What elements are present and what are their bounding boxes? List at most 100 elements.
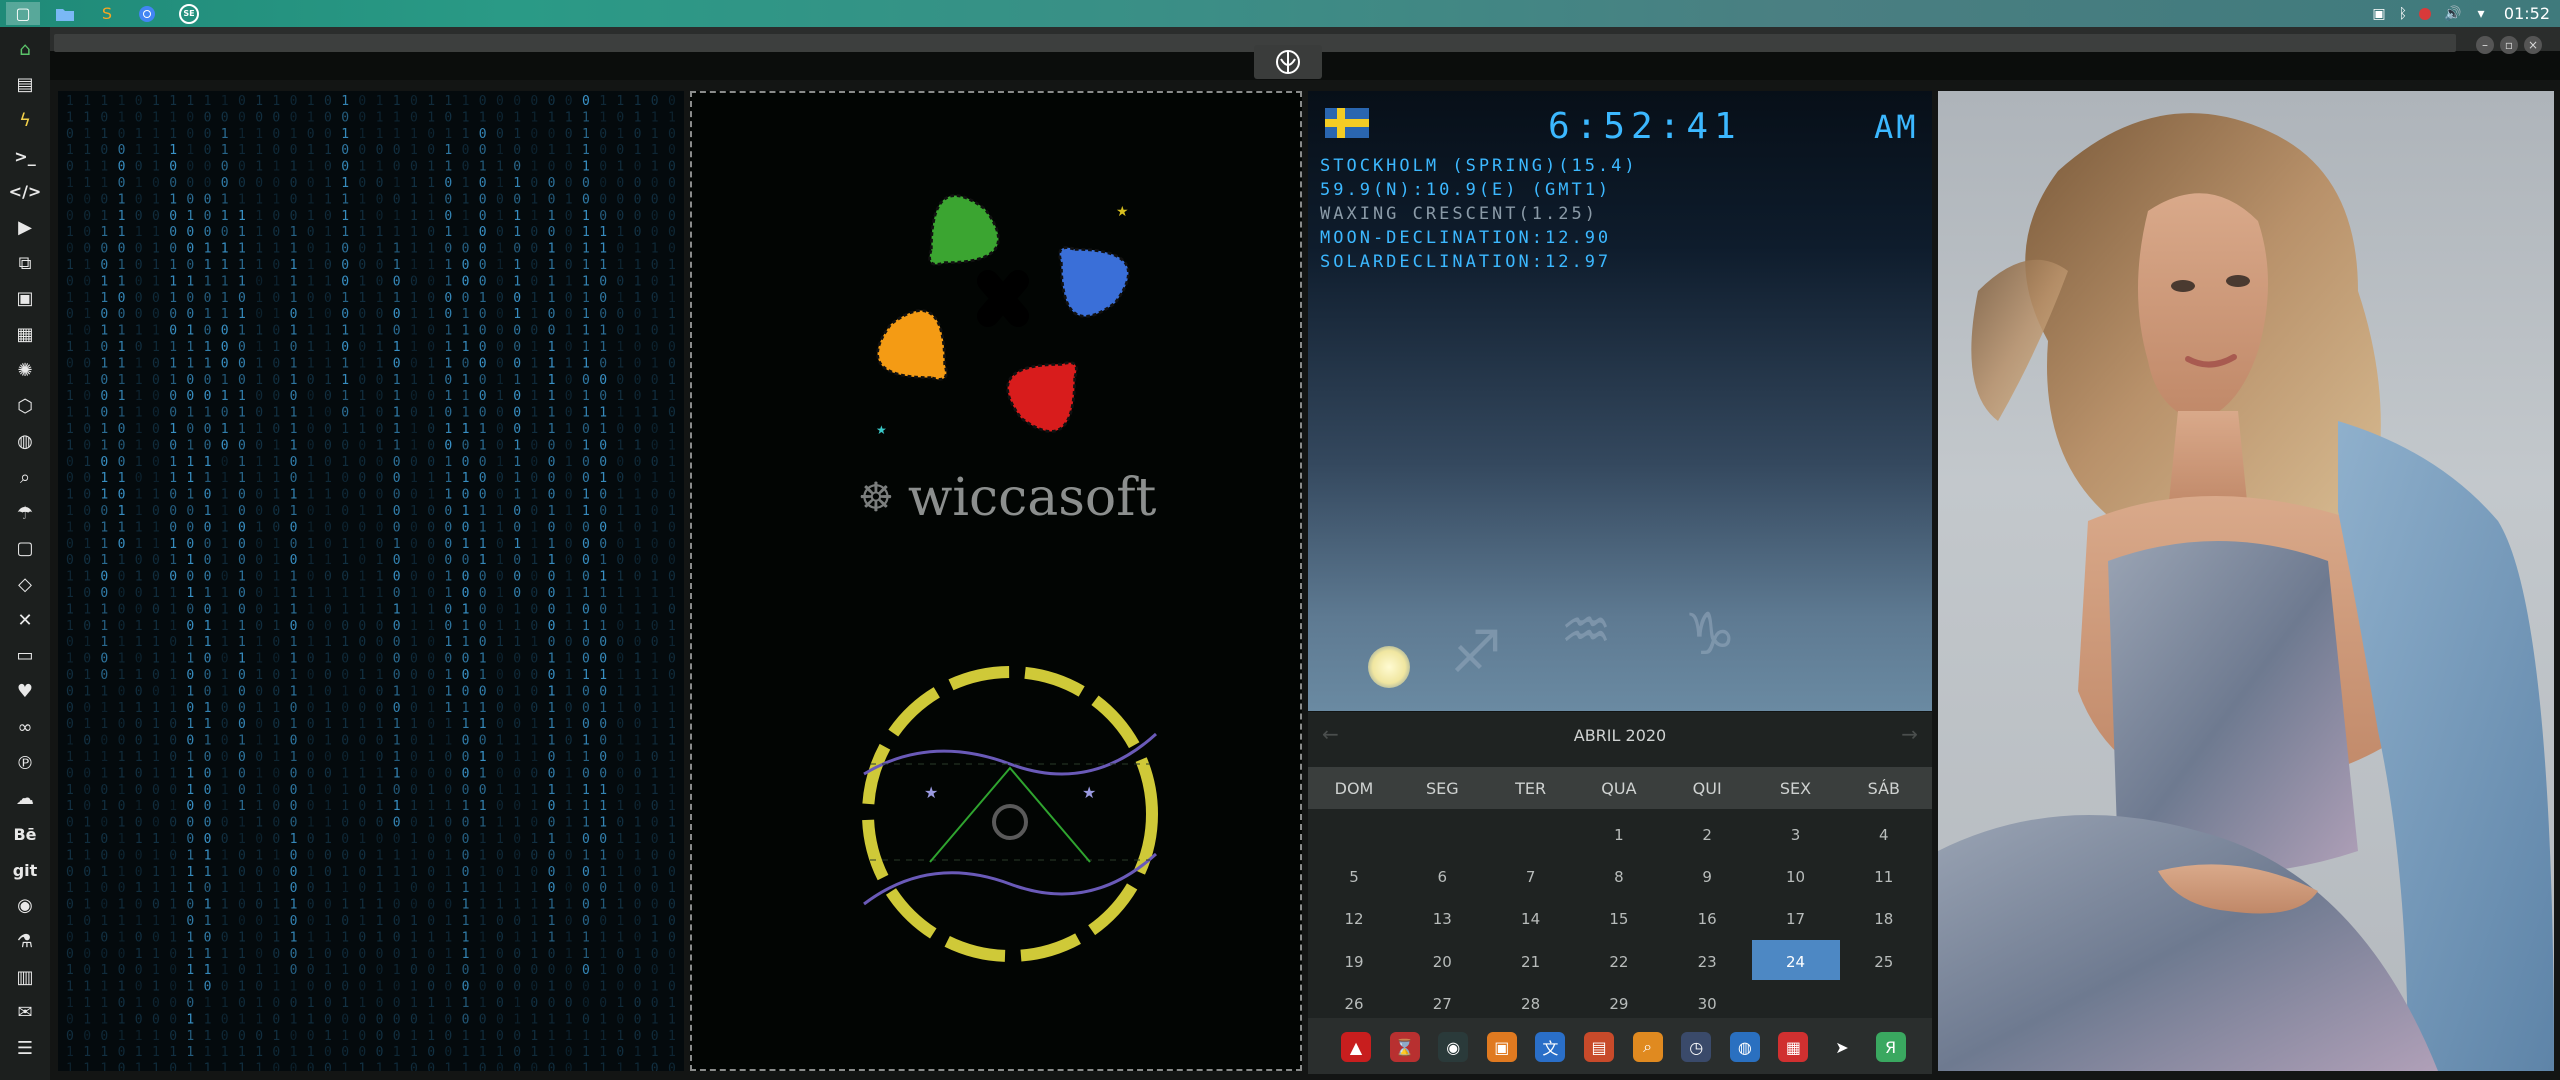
next-month-icon[interactable]: → [1901,722,1918,746]
tools-icon[interactable]: ✕ [9,605,41,635]
rebel-alliance-icon[interactable] [1254,45,1322,79]
close-icon[interactable]: × [2524,36,2542,54]
calendar-day[interactable]: 8 [1575,868,1663,886]
svg-text:0: 0 [358,520,366,535]
calendar-day[interactable]: 19 [1310,953,1398,971]
svg-text:0: 0 [186,373,194,388]
wifi-icon[interactable]: ▾ [2470,3,2492,24]
calendar-day[interactable]: 6 [1398,868,1486,886]
contact-icon[interactable]: ▢ [9,534,41,564]
svg-text:0: 0 [651,996,659,1011]
calendar-day[interactable]: 23 [1663,953,1751,971]
svg-text:0: 0 [599,274,607,289]
youtube-icon[interactable]: ▭ [9,641,41,671]
acrobat-icon[interactable]: ▲ [1341,1032,1371,1062]
settings-icon[interactable]: ✺ [9,355,41,385]
calendar-day[interactable]: 26 [1310,995,1398,1013]
calendar-day[interactable]: 5 [1310,868,1398,886]
web-icon[interactable]: ◍ [1729,1032,1760,1062]
infinity-icon[interactable]: ∞ [9,712,41,742]
bolt-icon[interactable]: ϟ [9,105,41,135]
calendar-day[interactable]: 10 [1752,868,1840,886]
translate-icon[interactable]: 文 [1535,1032,1566,1062]
svg-text:1: 1 [582,225,590,240]
map-icon[interactable]: ▥ [9,962,41,992]
image-icon[interactable]: ▣ [9,284,41,314]
svg-text:0: 0 [410,537,418,552]
yandex-icon[interactable]: Я [1875,1032,1906,1062]
calendar-day[interactable]: 4 [1840,826,1928,844]
terminal-icon[interactable]: >_ [9,141,41,171]
workspace-icon[interactable]: ▢ [6,2,40,25]
calendar-day[interactable]: 29 [1575,995,1663,1013]
svg-text:0: 0 [118,848,126,863]
svg-text:1: 1 [66,996,74,1011]
calendar-day[interactable]: 16 [1663,910,1751,928]
calendar-day[interactable]: 27 [1398,995,1486,1013]
calendar-day[interactable]: 7 [1487,868,1575,886]
image-viewer-icon[interactable]: ▣ [1486,1032,1517,1062]
calendar-day[interactable]: 1 [1575,826,1663,844]
calendar-day[interactable]: 18 [1840,910,1928,928]
clock-app-icon[interactable]: ◷ [1681,1032,1712,1062]
calendar-day[interactable]: 20 [1398,953,1486,971]
search-icon[interactable]: ⌕ [9,462,41,492]
news-icon[interactable]: ▦ [9,320,41,350]
play-icon[interactable]: ▶ [9,213,41,243]
volume-icon[interactable]: 🔊 [2440,3,2466,24]
calendar-day[interactable]: 28 [1487,995,1575,1013]
hexagon-icon[interactable]: ⬡ [9,391,41,421]
behance-icon[interactable]: Bē [9,819,41,849]
copy-icon[interactable]: ⧉ [9,248,41,278]
maximize-icon[interactable]: ▫ [2500,36,2518,54]
calendar-day[interactable]: 22 [1575,953,1663,971]
calendar-day[interactable]: 17 [1752,910,1840,928]
cloud-icon[interactable]: ☁ [9,784,41,814]
calendar-day[interactable]: 2 [1663,826,1751,844]
photo-icon[interactable]: ▣ [2368,3,2390,24]
diamond-code-icon[interactable]: ◇ [9,570,41,600]
git-icon[interactable]: git [9,855,41,885]
svg-text:1: 1 [100,356,108,371]
calendar-app-icon[interactable]: ▦ [1778,1032,1809,1062]
mail-icon[interactable]: ✉ [9,998,41,1028]
minimize-icon[interactable]: – [2476,36,2494,54]
calendar-day[interactable]: 9 [1663,868,1751,886]
svg-text:1: 1 [358,389,366,404]
se-icon[interactable]: SE [172,2,206,25]
calendar-day[interactable]: 15 [1575,910,1663,928]
list-icon[interactable]: ☰ [9,1034,41,1064]
molecule-icon[interactable]: ⚗ [9,927,41,957]
record-icon[interactable] [2414,3,2436,24]
hourglass-icon[interactable]: ⌛ [1389,1032,1420,1062]
arrow-app-icon[interactable]: ➤ [1827,1032,1857,1062]
files-icon[interactable] [48,2,82,25]
calendar-day[interactable]: 25 [1840,953,1928,971]
sphere-icon[interactable]: ◉ [1438,1032,1469,1062]
calendar-day[interactable]: 24 [1752,953,1840,971]
reader-icon[interactable]: ▤ [1584,1032,1614,1062]
calendar-day[interactable]: 12 [1310,910,1398,928]
svg-text:0: 0 [186,619,194,634]
chrome-icon[interactable] [130,2,164,25]
bluetooth-icon[interactable]: ᛒ [2394,3,2412,24]
svg-text:1: 1 [152,1029,160,1044]
calendar-day[interactable]: 3 [1752,826,1840,844]
github-icon[interactable]: ◉ [9,891,41,921]
calendar-day[interactable]: 21 [1487,953,1575,971]
code-icon[interactable]: </> [9,177,42,207]
calendar-day[interactable]: 11 [1840,868,1928,886]
svg-text:1: 1 [186,324,194,339]
heart-icon[interactable]: ♥ [9,677,41,707]
calendar-day[interactable]: 14 [1487,910,1575,928]
sublime-icon[interactable]: S [90,2,124,25]
pinterest-icon[interactable]: ℗ [9,748,41,778]
calendar-day[interactable]: 30 [1663,995,1751,1013]
magnifier-icon[interactable]: ⌕ [1632,1032,1663,1062]
calendar-day[interactable]: 13 [1398,910,1486,928]
home-icon[interactable]: ⌂ [9,34,41,64]
file-icon[interactable]: ▤ [9,70,41,100]
umbrella-icon[interactable]: ☂ [9,498,41,528]
globe-icon[interactable]: ◍ [9,427,41,457]
panel-clock[interactable]: 01:52 [2504,4,2550,23]
